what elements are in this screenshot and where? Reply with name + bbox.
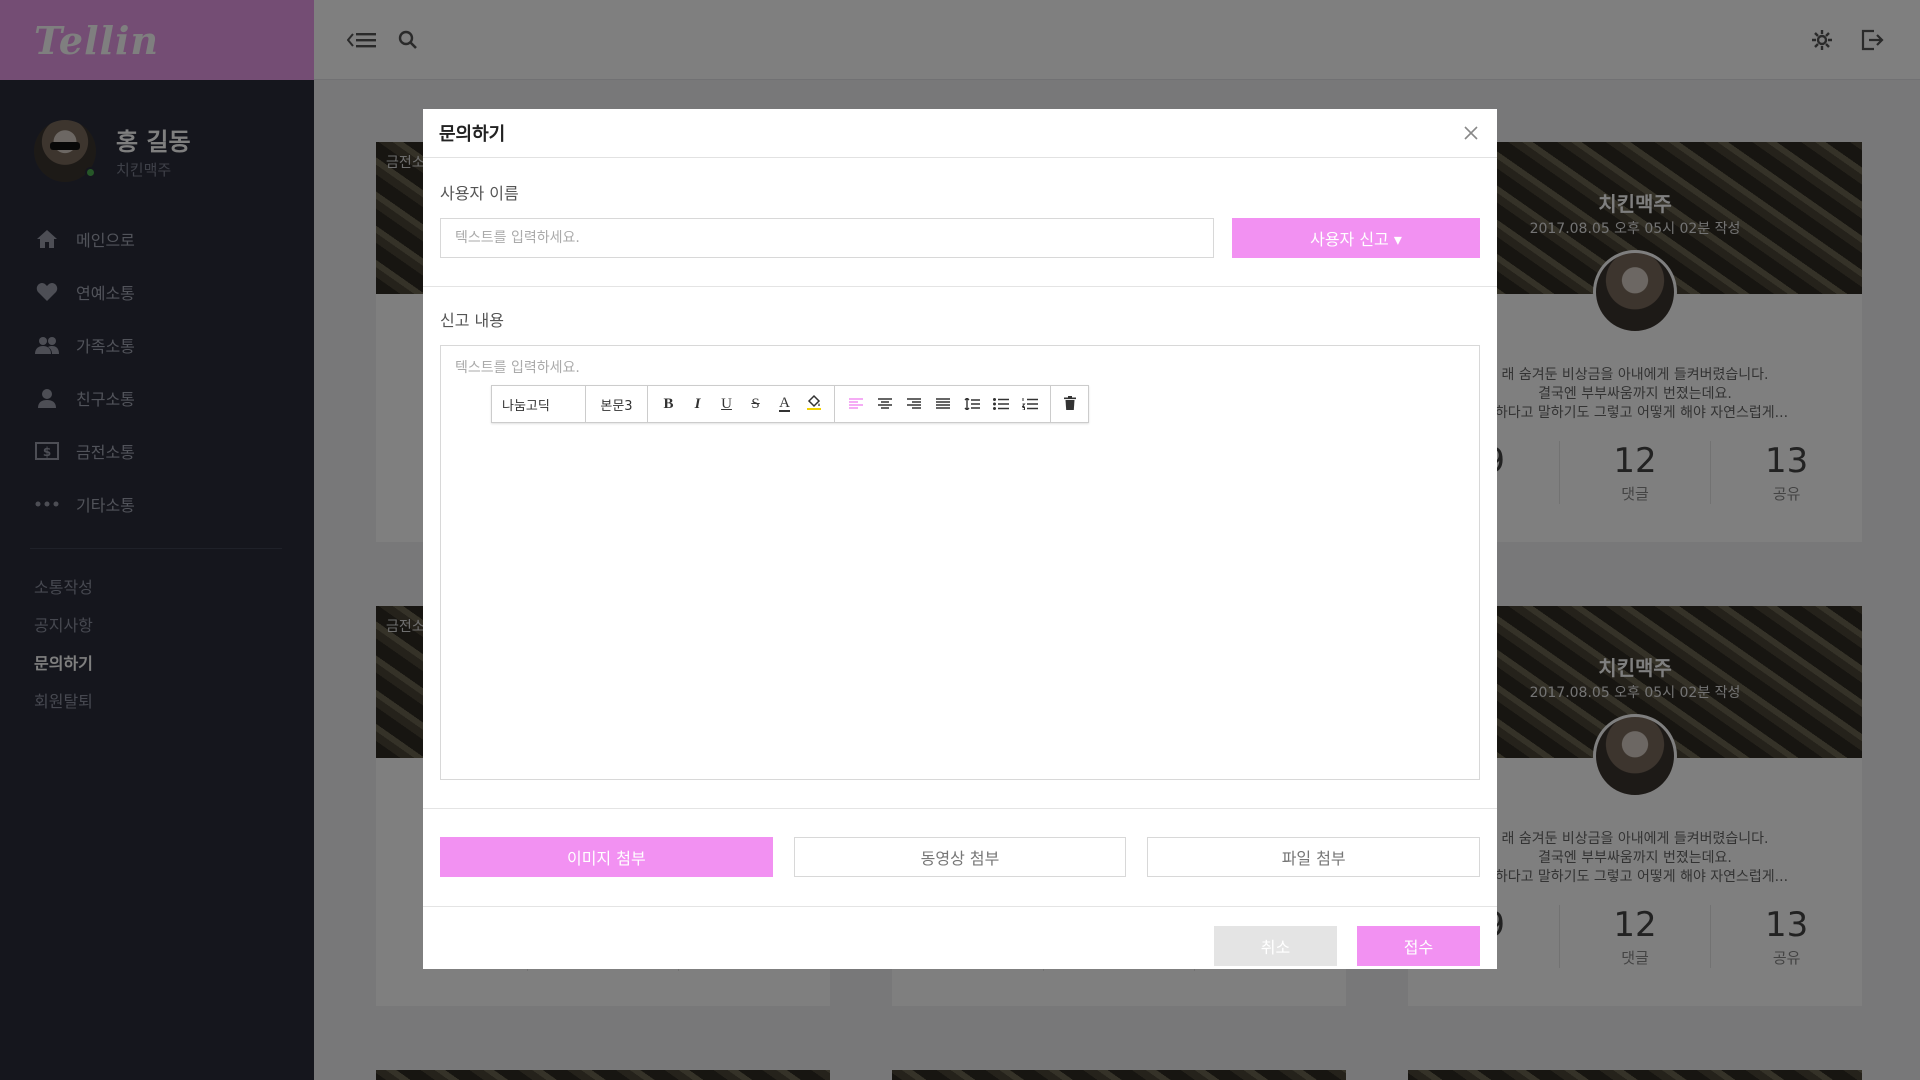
align-center-icon	[877, 395, 892, 414]
line-height-button[interactable]	[957, 386, 986, 422]
underline-icon: U	[721, 395, 732, 412]
font-color-icon: A	[779, 395, 790, 412]
align-left-button[interactable]	[841, 386, 870, 422]
paint-bucket-icon	[806, 394, 822, 414]
content-label: 신고 내용	[440, 311, 504, 330]
underline-button[interactable]: U	[712, 386, 741, 422]
inquiry-modal: 문의하기 사용자 이름 사용자 신고 ▾ 신고 내용 텍스트를 입력하세요. 나…	[423, 109, 1497, 969]
cancel-button[interactable]: 취소	[1214, 926, 1337, 966]
attach-video-button[interactable]: 동영상 첨부	[793, 837, 1127, 877]
align-right-icon	[906, 395, 921, 414]
editor-placeholder: 텍스트를 입력하세요.	[455, 360, 580, 376]
modal-title: 문의하기	[439, 124, 506, 145]
bold-button[interactable]: B	[654, 386, 683, 422]
align-justify-button[interactable]	[928, 386, 957, 422]
editor-toolbar: 나눔고딕 본문3 B I U S A	[491, 385, 1089, 423]
align-group	[835, 386, 1051, 422]
report-user-dropdown[interactable]: 사용자 신고 ▾	[1232, 218, 1480, 258]
delete-group	[1051, 386, 1088, 422]
strikethrough-button[interactable]: S	[741, 386, 770, 422]
italic-icon: I	[694, 395, 701, 412]
numbered-list-button[interactable]	[1015, 386, 1044, 422]
align-center-button[interactable]	[870, 386, 899, 422]
attach-file-button[interactable]: 파일 첨부	[1147, 837, 1481, 877]
align-left-icon	[848, 395, 863, 414]
attach-image-button[interactable]: 이미지 첨부	[440, 837, 773, 877]
font-family-select[interactable]: 나눔고딕	[492, 386, 586, 422]
username-input[interactable]	[440, 218, 1214, 258]
content-section: 신고 내용	[423, 287, 1497, 331]
modal-footer: 취소 접수	[423, 907, 1497, 966]
bullet-list-icon	[992, 395, 1009, 414]
numbered-list-icon	[1020, 395, 1038, 414]
italic-button[interactable]: I	[683, 386, 712, 422]
close-icon[interactable]	[1461, 123, 1481, 143]
line-height-icon	[964, 395, 980, 414]
format-group: B I U S A	[648, 386, 835, 422]
username-section: 사용자 이름 사용자 신고 ▾	[423, 158, 1497, 258]
username-label: 사용자 이름	[440, 184, 519, 203]
attach-row: 이미지 첨부 동영상 첨부 파일 첨부	[423, 809, 1497, 877]
bullet-list-button[interactable]	[986, 386, 1015, 422]
align-justify-icon	[935, 395, 950, 414]
content-editor[interactable]: 텍스트를 입력하세요. 나눔고딕 본문3 B I U S A	[440, 345, 1480, 780]
strikethrough-icon: S	[751, 395, 760, 412]
bold-icon: B	[663, 395, 674, 412]
modal-header: 문의하기	[423, 109, 1497, 158]
username-row: 사용자 신고 ▾	[440, 218, 1480, 258]
highlight-button[interactable]	[799, 386, 828, 422]
font-size-select[interactable]: 본문3	[586, 386, 648, 422]
submit-button[interactable]: 접수	[1357, 926, 1480, 966]
trash-icon	[1063, 395, 1076, 414]
delete-button[interactable]	[1055, 386, 1084, 422]
font-color-button[interactable]: A	[770, 386, 799, 422]
align-right-button[interactable]	[899, 386, 928, 422]
